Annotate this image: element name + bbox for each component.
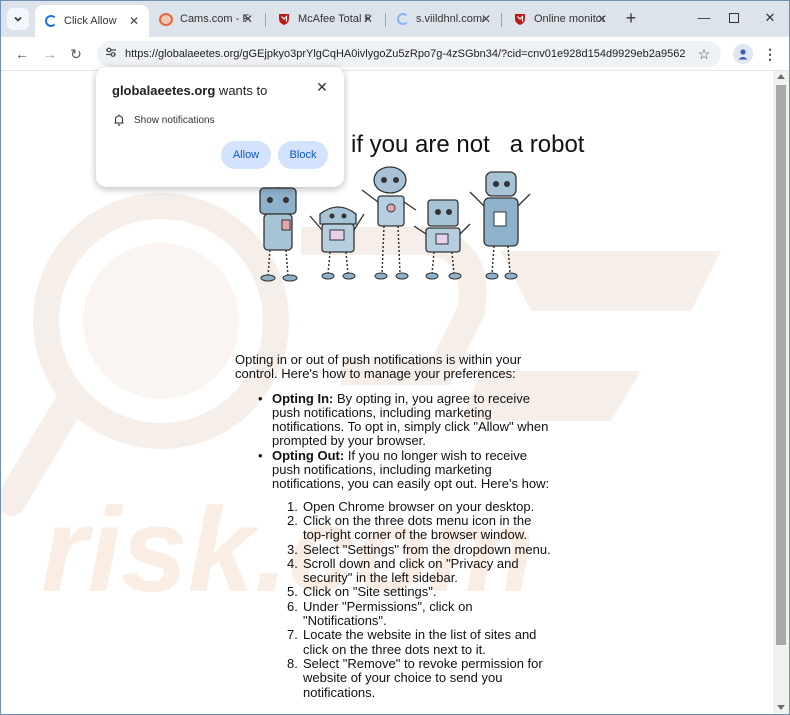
tune-icon [106, 47, 116, 57]
step-number: 8. [287, 655, 298, 671]
close-icon: ✕ [764, 10, 776, 25]
opt-in-label: Opting In: [272, 390, 334, 406]
tab-separator [501, 13, 502, 27]
bell-icon [114, 114, 124, 126]
list-item: 3. Select "Settings" from the dropdown me… [287, 541, 555, 557]
close-icon[interactable]: ✕ [479, 12, 493, 26]
browser-toolbar: ← → ↻ https://globalaeetes.org/gGEjpkyo3… [1, 37, 789, 71]
block-button[interactable]: Block [278, 141, 328, 169]
close-icon[interactable]: ✕ [241, 12, 255, 26]
tab-title: s.viildhnl.com/ [416, 13, 484, 25]
notification-permission-popup: globalaeetes.org wants to ✕ Show notific… [96, 67, 344, 187]
close-icon: ✕ [316, 79, 328, 95]
list-item: 5. Click on "Site settings". [287, 584, 555, 600]
tab-separator [265, 13, 266, 27]
list-item: Opting Out: If you no longer wish to rec… [258, 447, 555, 492]
mcafee-shield-icon [515, 14, 525, 25]
tab-viildhnl[interactable]: s.viildhnl.com/ ✕ [387, 5, 501, 33]
url-text[interactable]: https://globalaeetes.org/gGEjpkyo3prYlgC… [125, 41, 685, 67]
step-text: Select "Settings" from the dropdown menu… [303, 541, 551, 557]
step-number: 3. [287, 541, 298, 557]
tab-cams[interactable]: Cams.com - Free ✕ [149, 5, 263, 33]
close-icon[interactable]: ✕ [361, 12, 375, 26]
step-text: Scroll down and click on "Privacy and se… [303, 555, 519, 586]
step-number: 6. [287, 598, 298, 614]
reload-icon: ↻ [70, 46, 82, 62]
scrollbar-thumb[interactable] [776, 85, 786, 645]
tab-search-button[interactable] [7, 8, 29, 30]
popup-origin-domain: globalaeetes.org [112, 83, 216, 98]
three-dots-vertical-icon: ⋮ [763, 46, 777, 62]
minimize-button[interactable]: — [689, 7, 719, 29]
list-item: Opting In: By opting in, you agree to re… [258, 390, 555, 449]
popup-wants-to: wants to [215, 83, 268, 98]
scroll-up-icon[interactable] [777, 74, 785, 79]
page-headline: if you are not a robot [351, 131, 585, 158]
loading-spinner-icon [397, 13, 409, 25]
step-text: Click on the three dots menu icon in the… [303, 512, 532, 543]
step-number: 4. [287, 555, 298, 571]
browser-menu-button[interactable]: ⋮ [761, 43, 779, 65]
opt-out-label: Opting Out: [272, 447, 345, 463]
list-item: 2. Click on the three dots menu icon in t… [287, 512, 555, 543]
site-info-button[interactable] [103, 46, 119, 62]
list-item: 4. Scroll down and click on "Privacy and … [287, 555, 555, 586]
close-icon[interactable]: ✕ [127, 14, 141, 28]
arrow-left-icon: ← [15, 46, 29, 62]
opt-list: Opting In: By opting in, you agree to re… [235, 390, 555, 492]
popup-permission-row: Show notifications [112, 113, 215, 127]
cams-favicon [159, 12, 173, 26]
allow-button[interactable]: Allow [221, 141, 271, 169]
step-text: Locate the website in the list of sites … [303, 627, 537, 657]
tab-click-allow[interactable]: Click Allow ✕ [35, 5, 149, 37]
tab-title: Cams.com - Free [180, 13, 250, 25]
chevron-down-icon [14, 16, 22, 22]
forward-button[interactable]: → [39, 43, 61, 65]
notification-info-article: Opting in or out of push notifications i… [235, 352, 555, 700]
step-number: 7. [287, 627, 298, 643]
step-text: Click on "Site settings". [303, 584, 437, 600]
close-window-button[interactable]: ✕ [755, 7, 785, 29]
step-text: Open Chrome browser on your desktop. [303, 498, 535, 514]
permission-label: Show notifications [134, 114, 215, 126]
plus-icon: + [625, 8, 637, 28]
maximize-button[interactable] [719, 7, 749, 29]
reload-button[interactable]: ↻ [65, 43, 87, 65]
opt-out-steps: 1. Open Chrome browser on your desktop. 2… [235, 498, 555, 700]
minimize-icon: — [697, 10, 711, 25]
step-text: Under "Permissions", click on "Notificat… [303, 598, 473, 629]
loading-spinner-icon [45, 15, 57, 27]
page-scrollbar[interactable] [773, 71, 789, 714]
popup-close-button[interactable]: ✕ [314, 79, 330, 95]
list-item: 7. Locate the website in the list of site… [287, 627, 555, 657]
tab-title: McAfee Total P [298, 13, 370, 25]
bookmark-star-icon[interactable]: ☆ [695, 45, 713, 63]
step-number: 2. [287, 512, 298, 528]
tab-separator [385, 13, 386, 27]
intro-paragraph: Opting in or out of push notifications i… [235, 352, 522, 382]
step-text: Select "Remove" to revoke permission for… [303, 655, 543, 700]
arrow-right-icon: → [43, 46, 57, 62]
scroll-down-icon[interactable] [777, 705, 785, 710]
step-number: 1. [287, 498, 298, 514]
profile-button[interactable] [733, 44, 753, 64]
new-tab-button[interactable]: + [621, 7, 641, 29]
list-item: 8. Select "Remove" to revoke permission f… [287, 655, 555, 700]
tab-strip: Click Allow ✕ Cams.com - Free ✕ McAfee T… [1, 1, 789, 37]
address-bar[interactable]: https://globalaeetes.org/gGEjpkyo3prYlgC… [97, 41, 721, 67]
close-icon[interactable]: ✕ [595, 12, 609, 26]
step-number: 5. [287, 584, 298, 600]
person-icon [738, 49, 748, 60]
maximize-icon [729, 13, 739, 23]
tab-mcafee[interactable]: McAfee Total P ✕ [267, 5, 383, 33]
list-item: 1. Open Chrome browser on your desktop. [287, 498, 555, 514]
browser-window: Click Allow ✕ Cams.com - Free ✕ McAfee T… [0, 0, 790, 715]
mcafee-shield-icon [279, 14, 289, 25]
popup-origin-text: globalaeetes.org wants to [112, 83, 267, 98]
back-button[interactable]: ← [11, 43, 33, 65]
tab-online-monitor[interactable]: Online monitor ✕ [503, 5, 617, 33]
list-item: 6. Under "Permissions", click on "Notific… [287, 598, 555, 629]
